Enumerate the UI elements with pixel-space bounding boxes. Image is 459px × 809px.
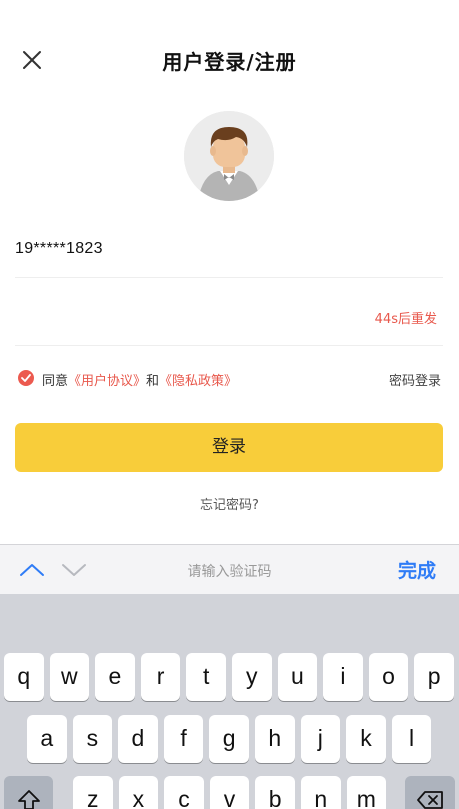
key-h[interactable]: h [255, 715, 295, 763]
key-v[interactable]: v [209, 776, 250, 809]
key-o[interactable]: o [368, 653, 409, 701]
backspace-icon [417, 791, 443, 809]
checkmark-icon [21, 374, 31, 382]
key-m[interactable]: m [346, 776, 387, 809]
key-z[interactable]: z [73, 776, 113, 809]
phone-input[interactable]: 19*****1823 [15, 232, 443, 278]
password-login-link[interactable]: 密码登录 [389, 370, 441, 389]
key-f[interactable]: f [163, 715, 204, 763]
key-t[interactable]: t [186, 653, 226, 701]
agreement-row: 同意《用户协议》和《隐私政策》 密码登录 [18, 368, 443, 390]
key-r[interactable]: r [140, 653, 181, 701]
agreement-conjunction: 和 [146, 374, 160, 389]
user-avatar-icon [184, 111, 274, 201]
key-i[interactable]: i [323, 653, 363, 701]
key-b[interactable]: b [255, 776, 295, 809]
keyboard-field-hint: 请输入验证码 [187, 564, 272, 580]
keyboard-toolbar: 请输入验证码 完成 [0, 544, 459, 594]
key-g[interactable]: g [209, 715, 249, 763]
key-q[interactable]: q [4, 653, 44, 701]
key-s[interactable]: s [72, 715, 113, 763]
key-l[interactable]: l [391, 715, 432, 763]
agreement-text: 同意《用户协议》和《隐私政策》 [42, 370, 237, 389]
keyboard: qwertyuiop asdfghjkl zxcvbnm [0, 594, 459, 809]
avatar [184, 111, 274, 201]
key-w[interactable]: w [49, 653, 90, 701]
key-e[interactable]: e [95, 653, 135, 701]
agreement-checkbox[interactable] [18, 370, 34, 386]
resend-code-button[interactable]: 44s后重发 [375, 308, 437, 327]
privacy-policy-link[interactable]: 《隐私政策》 [159, 374, 237, 389]
done-button[interactable]: 完成 [398, 556, 436, 583]
phone-value: 19*****1823 [15, 240, 103, 257]
login-button[interactable]: 登录 [15, 423, 443, 472]
agreement-prefix: 同意 [42, 374, 69, 389]
key-n[interactable]: n [301, 776, 341, 809]
key-k[interactable]: k [346, 715, 386, 763]
page-title: 用户登录/注册 [162, 50, 297, 74]
verification-code-field[interactable]: 44s后重发 [15, 278, 443, 346]
shift-key[interactable] [4, 776, 53, 809]
key-j[interactable]: j [300, 715, 341, 763]
shift-icon [17, 790, 40, 809]
key-x[interactable]: x [118, 776, 159, 809]
key-p[interactable]: p [414, 653, 454, 701]
key-y[interactable]: y [232, 653, 272, 701]
key-a[interactable]: a [27, 715, 67, 763]
forgot-password-link[interactable]: 忘记密码? [0, 494, 459, 513]
header: 用户登录/注册 [0, 0, 459, 120]
user-agreement-link[interactable]: 《用户协议》 [68, 374, 146, 389]
key-u[interactable]: u [277, 653, 318, 701]
key-c[interactable]: c [164, 776, 204, 809]
key-d[interactable]: d [118, 715, 158, 763]
backspace-key[interactable] [405, 776, 455, 809]
